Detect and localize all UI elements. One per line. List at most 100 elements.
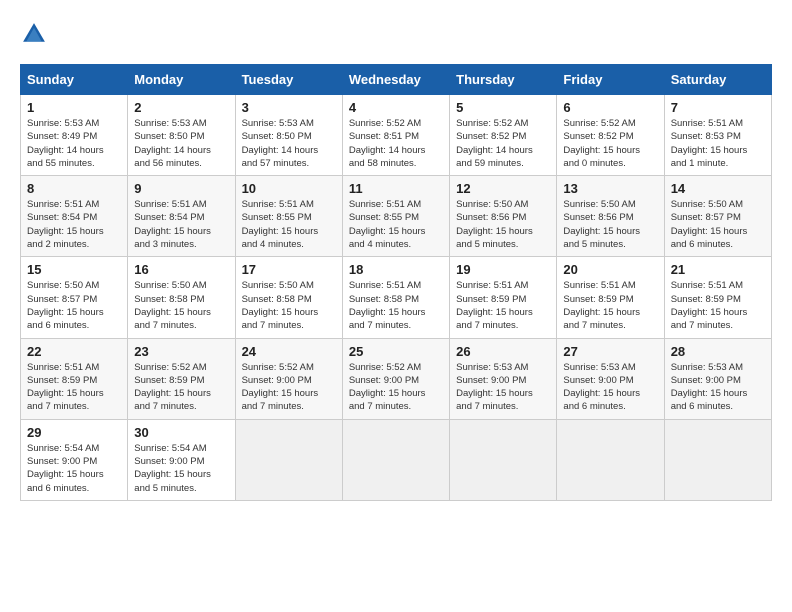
calendar-week-row: 1 Sunrise: 5:53 AM Sunset: 8:49 PM Dayli… <box>21 95 772 176</box>
day-number: 19 <box>456 262 550 277</box>
logo-icon <box>20 20 48 48</box>
calendar-cell: 28 Sunrise: 5:53 AM Sunset: 9:00 PM Dayl… <box>664 338 771 419</box>
calendar-week-row: 29 Sunrise: 5:54 AM Sunset: 9:00 PM Dayl… <box>21 419 772 500</box>
calendar-cell: 11 Sunrise: 5:51 AM Sunset: 8:55 PM Dayl… <box>342 176 449 257</box>
calendar-cell: 9 Sunrise: 5:51 AM Sunset: 8:54 PM Dayli… <box>128 176 235 257</box>
calendar-cell: 2 Sunrise: 5:53 AM Sunset: 8:50 PM Dayli… <box>128 95 235 176</box>
calendar-cell: 16 Sunrise: 5:50 AM Sunset: 8:58 PM Dayl… <box>128 257 235 338</box>
day-detail: Sunrise: 5:53 AM Sunset: 9:00 PM Dayligh… <box>671 361 765 414</box>
day-number: 4 <box>349 100 443 115</box>
calendar-cell: 25 Sunrise: 5:52 AM Sunset: 9:00 PM Dayl… <box>342 338 449 419</box>
day-number: 3 <box>242 100 336 115</box>
col-header-friday: Friday <box>557 65 664 95</box>
day-number: 22 <box>27 344 121 359</box>
day-number: 28 <box>671 344 765 359</box>
day-detail: Sunrise: 5:52 AM Sunset: 8:59 PM Dayligh… <box>134 361 228 414</box>
day-number: 14 <box>671 181 765 196</box>
calendar-cell: 13 Sunrise: 5:50 AM Sunset: 8:56 PM Dayl… <box>557 176 664 257</box>
day-detail: Sunrise: 5:52 AM Sunset: 8:52 PM Dayligh… <box>456 117 550 170</box>
calendar-cell: 5 Sunrise: 5:52 AM Sunset: 8:52 PM Dayli… <box>450 95 557 176</box>
day-number: 30 <box>134 425 228 440</box>
calendar-week-row: 22 Sunrise: 5:51 AM Sunset: 8:59 PM Dayl… <box>21 338 772 419</box>
day-number: 8 <box>27 181 121 196</box>
day-detail: Sunrise: 5:53 AM Sunset: 8:50 PM Dayligh… <box>134 117 228 170</box>
day-number: 13 <box>563 181 657 196</box>
calendar-cell: 26 Sunrise: 5:53 AM Sunset: 9:00 PM Dayl… <box>450 338 557 419</box>
day-detail: Sunrise: 5:51 AM Sunset: 8:55 PM Dayligh… <box>242 198 336 251</box>
calendar-cell: 12 Sunrise: 5:50 AM Sunset: 8:56 PM Dayl… <box>450 176 557 257</box>
calendar-cell: 3 Sunrise: 5:53 AM Sunset: 8:50 PM Dayli… <box>235 95 342 176</box>
calendar-week-row: 8 Sunrise: 5:51 AM Sunset: 8:54 PM Dayli… <box>21 176 772 257</box>
calendar-cell <box>557 419 664 500</box>
calendar-cell: 8 Sunrise: 5:51 AM Sunset: 8:54 PM Dayli… <box>21 176 128 257</box>
calendar-cell <box>450 419 557 500</box>
day-detail: Sunrise: 5:50 AM Sunset: 8:58 PM Dayligh… <box>134 279 228 332</box>
day-detail: Sunrise: 5:50 AM Sunset: 8:56 PM Dayligh… <box>563 198 657 251</box>
day-number: 16 <box>134 262 228 277</box>
calendar-table: SundayMondayTuesdayWednesdayThursdayFrid… <box>20 64 772 501</box>
day-detail: Sunrise: 5:51 AM Sunset: 8:58 PM Dayligh… <box>349 279 443 332</box>
day-detail: Sunrise: 5:53 AM Sunset: 8:49 PM Dayligh… <box>27 117 121 170</box>
calendar-cell: 4 Sunrise: 5:52 AM Sunset: 8:51 PM Dayli… <box>342 95 449 176</box>
calendar-cell: 7 Sunrise: 5:51 AM Sunset: 8:53 PM Dayli… <box>664 95 771 176</box>
col-header-monday: Monday <box>128 65 235 95</box>
day-number: 29 <box>27 425 121 440</box>
calendar-cell: 10 Sunrise: 5:51 AM Sunset: 8:55 PM Dayl… <box>235 176 342 257</box>
calendar-cell: 17 Sunrise: 5:50 AM Sunset: 8:58 PM Dayl… <box>235 257 342 338</box>
day-number: 23 <box>134 344 228 359</box>
calendar-cell: 27 Sunrise: 5:53 AM Sunset: 9:00 PM Dayl… <box>557 338 664 419</box>
day-detail: Sunrise: 5:51 AM Sunset: 8:59 PM Dayligh… <box>27 361 121 414</box>
day-detail: Sunrise: 5:52 AM Sunset: 9:00 PM Dayligh… <box>349 361 443 414</box>
day-number: 1 <box>27 100 121 115</box>
day-number: 7 <box>671 100 765 115</box>
day-number: 26 <box>456 344 550 359</box>
day-number: 5 <box>456 100 550 115</box>
day-detail: Sunrise: 5:51 AM Sunset: 8:54 PM Dayligh… <box>27 198 121 251</box>
col-header-sunday: Sunday <box>21 65 128 95</box>
day-number: 6 <box>563 100 657 115</box>
day-detail: Sunrise: 5:51 AM Sunset: 8:59 PM Dayligh… <box>563 279 657 332</box>
calendar-week-row: 15 Sunrise: 5:50 AM Sunset: 8:57 PM Dayl… <box>21 257 772 338</box>
calendar-cell: 30 Sunrise: 5:54 AM Sunset: 9:00 PM Dayl… <box>128 419 235 500</box>
page-header <box>20 20 772 48</box>
day-detail: Sunrise: 5:54 AM Sunset: 9:00 PM Dayligh… <box>27 442 121 495</box>
col-header-thursday: Thursday <box>450 65 557 95</box>
day-detail: Sunrise: 5:51 AM Sunset: 8:59 PM Dayligh… <box>671 279 765 332</box>
day-number: 20 <box>563 262 657 277</box>
col-header-wednesday: Wednesday <box>342 65 449 95</box>
day-number: 9 <box>134 181 228 196</box>
col-header-tuesday: Tuesday <box>235 65 342 95</box>
day-detail: Sunrise: 5:50 AM Sunset: 8:58 PM Dayligh… <box>242 279 336 332</box>
calendar-cell <box>664 419 771 500</box>
day-number: 2 <box>134 100 228 115</box>
calendar-cell: 22 Sunrise: 5:51 AM Sunset: 8:59 PM Dayl… <box>21 338 128 419</box>
day-number: 27 <box>563 344 657 359</box>
day-number: 11 <box>349 181 443 196</box>
calendar-cell: 19 Sunrise: 5:51 AM Sunset: 8:59 PM Dayl… <box>450 257 557 338</box>
calendar-header-row: SundayMondayTuesdayWednesdayThursdayFrid… <box>21 65 772 95</box>
day-number: 24 <box>242 344 336 359</box>
day-detail: Sunrise: 5:53 AM Sunset: 9:00 PM Dayligh… <box>563 361 657 414</box>
day-detail: Sunrise: 5:51 AM Sunset: 8:53 PM Dayligh… <box>671 117 765 170</box>
calendar-cell: 18 Sunrise: 5:51 AM Sunset: 8:58 PM Dayl… <box>342 257 449 338</box>
calendar-cell: 29 Sunrise: 5:54 AM Sunset: 9:00 PM Dayl… <box>21 419 128 500</box>
calendar-cell: 20 Sunrise: 5:51 AM Sunset: 8:59 PM Dayl… <box>557 257 664 338</box>
day-detail: Sunrise: 5:52 AM Sunset: 8:52 PM Dayligh… <box>563 117 657 170</box>
calendar-cell: 6 Sunrise: 5:52 AM Sunset: 8:52 PM Dayli… <box>557 95 664 176</box>
calendar-cell: 14 Sunrise: 5:50 AM Sunset: 8:57 PM Dayl… <box>664 176 771 257</box>
day-detail: Sunrise: 5:54 AM Sunset: 9:00 PM Dayligh… <box>134 442 228 495</box>
day-detail: Sunrise: 5:52 AM Sunset: 9:00 PM Dayligh… <box>242 361 336 414</box>
day-number: 10 <box>242 181 336 196</box>
day-detail: Sunrise: 5:53 AM Sunset: 8:50 PM Dayligh… <box>242 117 336 170</box>
day-detail: Sunrise: 5:53 AM Sunset: 9:00 PM Dayligh… <box>456 361 550 414</box>
day-number: 15 <box>27 262 121 277</box>
calendar-cell: 21 Sunrise: 5:51 AM Sunset: 8:59 PM Dayl… <box>664 257 771 338</box>
day-number: 17 <box>242 262 336 277</box>
calendar-cell: 23 Sunrise: 5:52 AM Sunset: 8:59 PM Dayl… <box>128 338 235 419</box>
logo <box>20 20 52 48</box>
calendar-cell: 15 Sunrise: 5:50 AM Sunset: 8:57 PM Dayl… <box>21 257 128 338</box>
day-number: 25 <box>349 344 443 359</box>
day-number: 21 <box>671 262 765 277</box>
day-detail: Sunrise: 5:50 AM Sunset: 8:57 PM Dayligh… <box>671 198 765 251</box>
day-detail: Sunrise: 5:50 AM Sunset: 8:57 PM Dayligh… <box>27 279 121 332</box>
